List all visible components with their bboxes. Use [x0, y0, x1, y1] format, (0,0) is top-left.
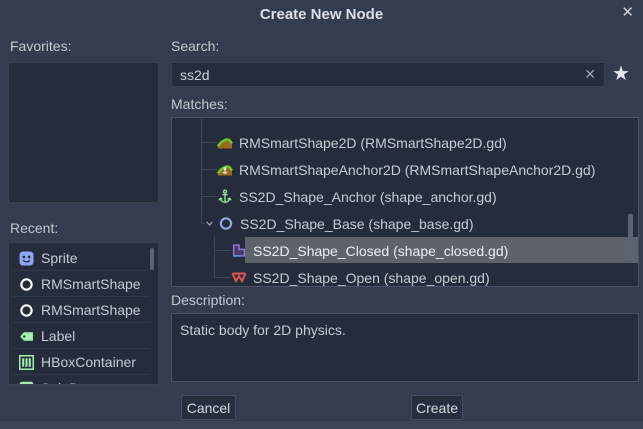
tree-guide-line: [201, 118, 202, 223]
list-item-label: RMSmartShape: [41, 276, 141, 292]
spinbox-icon: [19, 381, 34, 386]
search-input[interactable]: ss2d ✕: [171, 62, 605, 87]
search-value: ss2d: [180, 67, 584, 83]
shape-closed-icon: [231, 243, 247, 258]
cancel-button[interactable]: Cancel: [181, 395, 236, 420]
list-item[interactable]: Label: [9, 323, 158, 349]
create-new-node-dialog: Create New Node ✕ Favorites: Recent: Spr…: [0, 0, 643, 429]
tree-item[interactable]: SS2D_Shape_Anchor (shape_anchor.gd): [217, 183, 497, 210]
list-item[interactable]: Sprite: [9, 245, 158, 271]
tree-item-label: RMSmartShapeAnchor2D (RMSmartShapeAnchor…: [239, 162, 595, 178]
list-item-label: SpinBox: [41, 380, 93, 385]
description-box: Static body for 2D physics.: [171, 313, 639, 382]
matches-label: Matches:: [171, 96, 228, 112]
shape-open-icon: [231, 270, 247, 285]
list-item[interactable]: SpinBox: [9, 375, 158, 385]
clear-search-icon[interactable]: ✕: [584, 66, 596, 83]
tree-item[interactable]: RMSmartShape2D (RMSmartShape2D.gd): [217, 129, 507, 156]
list-item[interactable]: HBoxContainer: [9, 349, 158, 375]
matches-tree[interactable]: RMSmartShape2D (RMSmartShape2D.gd) RMSma…: [171, 117, 639, 287]
dialog-title: Create New Node: [0, 6, 643, 23]
matches-scrollbar[interactable]: [628, 214, 633, 261]
label-tag-icon: [19, 329, 34, 344]
tree-item[interactable]: SS2D_Shape_Open (shape_open.gd): [231, 264, 490, 287]
terrain-icon: [217, 135, 233, 150]
tree-guide-line: [214, 236, 215, 277]
terrain-anchor-icon: [217, 162, 233, 177]
description-label: Description:: [171, 292, 245, 308]
tree-item-label: SS2D_Shape_Anchor (shape_anchor.gd): [239, 189, 497, 205]
chevron-down-icon[interactable]: [205, 219, 214, 228]
create-button[interactable]: Create: [411, 395, 463, 420]
description-text: Static body for 2D physics.: [180, 322, 346, 338]
tree-item[interactable]: RMSmartShapeAnchor2D (RMSmartShapeAnchor…: [217, 156, 595, 183]
list-item-label: RMSmartShape: [41, 302, 141, 318]
recent-scrollbar[interactable]: [150, 248, 154, 270]
tree-item-selected[interactable]: SS2D_Shape_Closed (shape_closed.gd): [231, 237, 631, 264]
window-edge: [0, 421, 643, 429]
list-item-label: HBoxContainer: [41, 354, 136, 370]
recent-label: Recent:: [10, 220, 58, 236]
list-item[interactable]: RMSmartShape: [9, 271, 158, 297]
tree-item-label: RMSmartShape2D (RMSmartShape2D.gd): [239, 135, 507, 151]
anchor-icon: [217, 189, 233, 204]
list-item-label: Label: [41, 328, 75, 344]
tree-item-label: SS2D_Shape_Closed (shape_closed.gd): [253, 243, 508, 259]
tree-guide-line: [201, 169, 217, 170]
tree-item-label: SS2D_Shape_Base (shape_base.gd): [240, 216, 474, 232]
close-icon[interactable]: ✕: [621, 3, 634, 21]
tree-guide-line: [214, 277, 231, 278]
hbox-container-icon: [19, 355, 34, 370]
recent-list[interactable]: Sprite RMSmartShape RMSmartShape Label H…: [8, 242, 159, 385]
list-item[interactable]: RMSmartShape: [9, 297, 158, 323]
sprite-icon: [19, 251, 34, 266]
search-label: Search:: [171, 38, 219, 54]
node-circle-icon: [19, 277, 34, 292]
tree-item-label: SS2D_Shape_Open (shape_open.gd): [253, 270, 490, 286]
shape-base-circle-icon: [218, 216, 234, 231]
favorites-list[interactable]: [8, 62, 159, 203]
favorite-star-icon[interactable]: ★: [612, 61, 630, 86]
tree-guide-line: [201, 196, 217, 197]
favorites-label: Favorites:: [10, 38, 71, 54]
node-circle-icon: [19, 303, 34, 318]
tree-guide-line: [214, 250, 231, 251]
list-item-label: Sprite: [41, 250, 78, 266]
tree-item[interactable]: SS2D_Shape_Base (shape_base.gd): [205, 210, 474, 237]
tree-guide-line: [201, 142, 217, 143]
